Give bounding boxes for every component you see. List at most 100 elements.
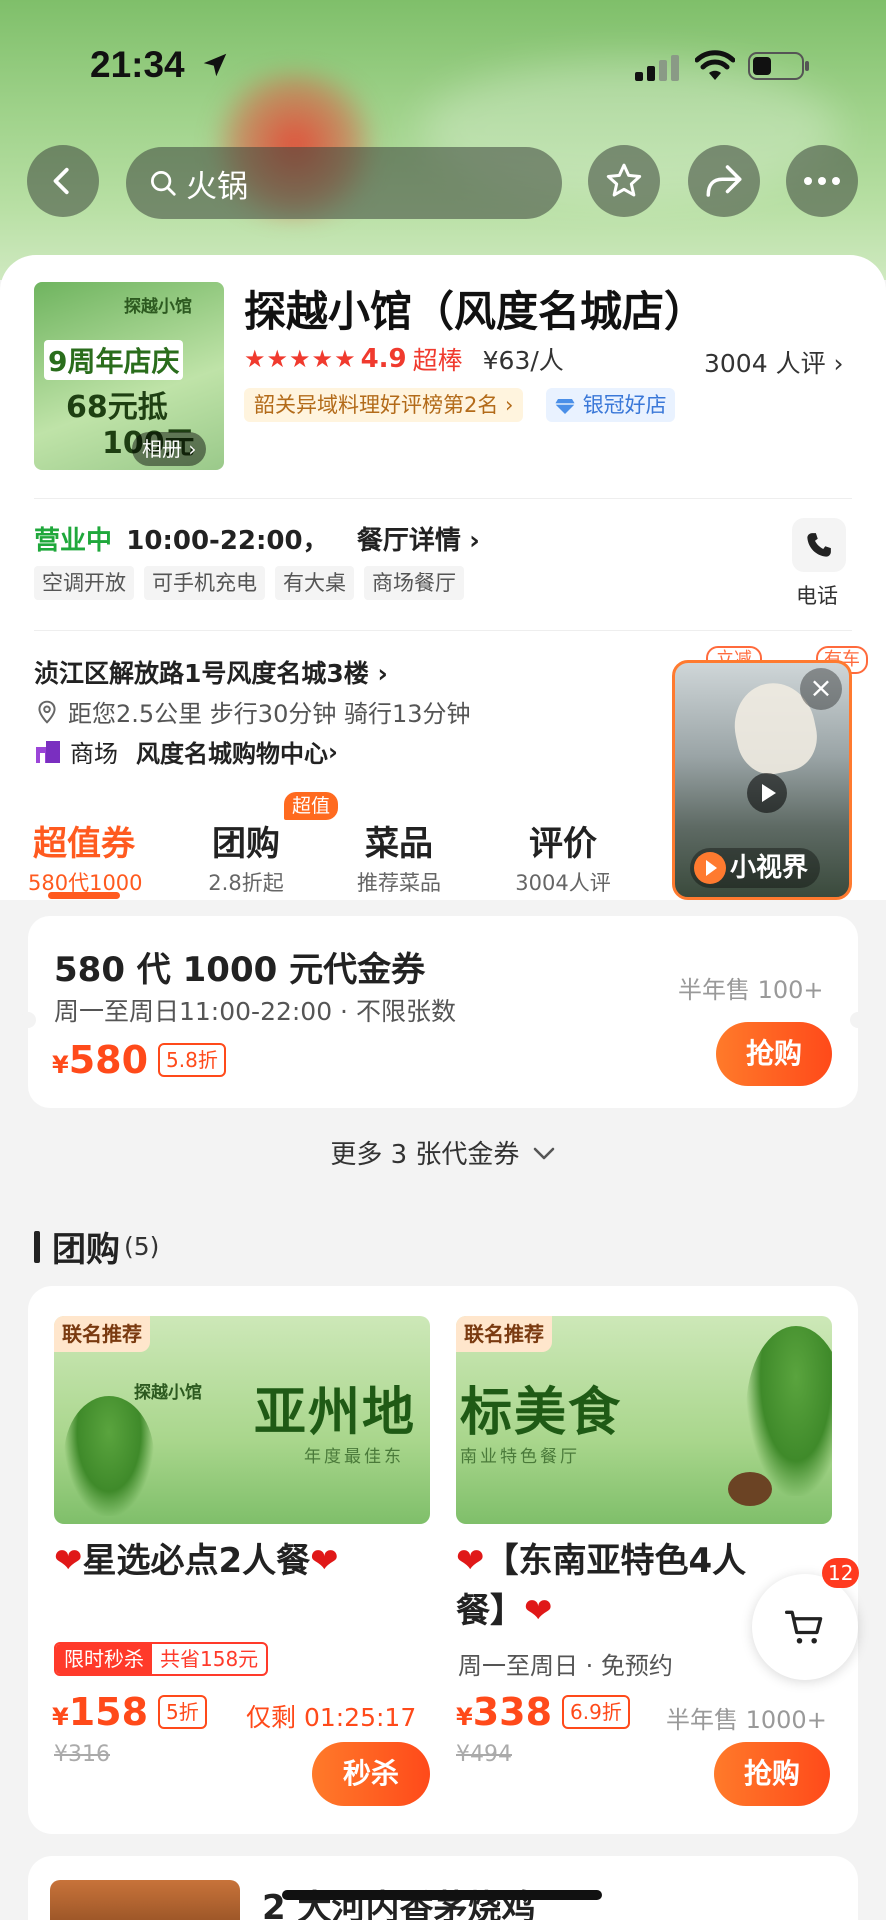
search-input[interactable]: 火锅 — [126, 147, 562, 219]
recommend-tag: 联名推荐 — [456, 1316, 552, 1352]
discount-tag: 6.9折 — [562, 1695, 630, 1729]
deal-image-subtext: 南业特色餐厅 — [460, 1447, 580, 1467]
restaurant-details-link[interactable]: 餐厅详情 — [357, 526, 461, 556]
video-label[interactable]: 小视界 — [690, 848, 821, 888]
currency-symbol: ¥ — [52, 1703, 69, 1731]
play-icon — [747, 773, 787, 813]
super-value-badge: 超值 — [284, 792, 339, 820]
open-status: 营业中 — [34, 526, 113, 556]
review-count-link[interactable]: 3004 人评 › — [704, 344, 844, 380]
home-indicator — [282, 1890, 602, 1900]
rating-row: ★★★★★ 4.9 超棒 ¥63/人 — [244, 342, 564, 376]
more-dots-icon — [804, 177, 840, 185]
currency-symbol: ¥ — [456, 1703, 473, 1731]
store-photo-brand: 探越小馆 — [124, 297, 192, 317]
flash-sale-tag: 限时秒杀 共省158元 — [54, 1642, 269, 1676]
deal-price: ¥338 6.9折 — [456, 1690, 630, 1734]
discount-tag: 5折 — [158, 1695, 207, 1729]
mall-link[interactable]: 商场 风度名城购物中心 › — [34, 734, 338, 769]
section-count: (5) — [124, 1232, 160, 1261]
silver-badge-text: 银冠好店 — [582, 393, 667, 417]
voucher-card[interactable]: 580 代 1000 元代金券 周一至周日11:00-22:00 · 不限张数 … — [20, 916, 866, 1108]
chevron-down-icon — [533, 1147, 554, 1160]
original-price: ¥316 — [54, 1742, 110, 1767]
more-vouchers-text: 更多 3 张代金券 — [330, 1140, 520, 1170]
rating-stars-icon: ★★★★★ — [244, 345, 357, 373]
deal-availability: 周一至周日 · 免预约 — [458, 1652, 673, 1680]
flash-sale-label: 限时秒杀 — [56, 1644, 152, 1674]
discount-tag: 5.8折 — [158, 1043, 226, 1077]
chevron-right-icon: › — [469, 526, 480, 556]
deal-title-text: 【东南亚特色4人餐】 — [456, 1541, 747, 1631]
sold-count: 半年售 1000+ — [666, 1706, 827, 1734]
phone-button[interactable] — [792, 518, 846, 572]
review-count-text: 3004 人评 — [704, 349, 826, 378]
silver-crown-badge[interactable]: 银冠好店 — [546, 388, 675, 422]
tab-group-buy[interactable]: 团购 2.8折起 — [196, 816, 296, 897]
facility-tag: 空调开放 — [34, 566, 134, 600]
price-value: 580 — [68, 1038, 149, 1082]
coconut-shape — [728, 1472, 772, 1506]
tab-vouchers[interactable]: 超值券 580代1000 — [28, 816, 143, 897]
mall-name: 风度名城购物中心 — [136, 740, 328, 768]
ranking-badge[interactable]: 韶关异域料理好评榜第2名 › — [244, 388, 524, 422]
deal-title[interactable]: ❤星选必点2人餐❤ — [54, 1536, 414, 1586]
deal-title[interactable]: ❤【东南亚特色4人餐】❤ — [456, 1536, 796, 1636]
mall-building-icon — [36, 740, 60, 763]
cellular-signal-icon — [635, 55, 679, 81]
more-button[interactable] — [786, 145, 858, 217]
status-time: 21:34 — [90, 44, 185, 85]
tab-sublabel: 3004人评 — [515, 871, 611, 895]
battery-icon — [748, 52, 809, 80]
store-photo[interactable]: 探越小馆 9周年店庆 68元抵 100元 相册 › — [34, 282, 224, 470]
share-icon — [706, 165, 742, 197]
album-button[interactable]: 相册 › — [132, 432, 207, 466]
star-outline-icon — [606, 163, 642, 197]
close-video-button[interactable]: × — [800, 668, 842, 710]
favorite-button[interactable] — [588, 145, 660, 217]
facility-tag: 有大桌 — [275, 566, 354, 600]
tab-reviews[interactable]: 评价 3004人评 — [508, 816, 618, 897]
tab-label: 菜品 — [365, 824, 433, 864]
buy-button[interactable]: 抢购 — [714, 1742, 830, 1806]
savings-label: 共省158元 — [160, 1647, 259, 1671]
next-deal-title: 2 大河内香茅烧鸡 — [262, 1888, 536, 1920]
recommend-tag: 联名推荐 — [54, 1316, 150, 1352]
back-button[interactable] — [27, 145, 99, 217]
rating-word: 超棒 — [412, 346, 463, 375]
share-button[interactable] — [688, 145, 760, 217]
original-price: ¥494 — [456, 1742, 512, 1767]
cart-button[interactable] — [752, 1574, 858, 1680]
shopping-cart-icon — [785, 1610, 823, 1644]
ticket-notch — [850, 1012, 866, 1028]
more-vouchers-toggle[interactable]: 更多 3 张代金券 — [0, 1134, 886, 1171]
flash-buy-button[interactable]: 秒杀 — [312, 1742, 430, 1806]
facility-tag: 可手机充电 — [144, 566, 265, 600]
facility-tags: 空调开放 可手机充电 有大桌 商场餐厅 — [34, 566, 464, 600]
tab-sublabel: 2.8折起 — [208, 871, 284, 895]
album-label: 相册 — [142, 437, 182, 461]
mall-type: 商场 — [70, 740, 118, 768]
distance-text: 距您2.5公里 步行30分钟 骑行13分钟 — [68, 700, 471, 728]
location-arrow-icon — [203, 53, 227, 77]
palm-tree-shape — [64, 1396, 154, 1516]
diamond-icon — [555, 399, 575, 414]
wifi-icon — [695, 50, 735, 80]
buy-button[interactable]: 抢购 — [716, 1022, 832, 1086]
heart-icon: ❤ — [310, 1541, 339, 1581]
voucher-price: ¥580 5.8折 — [52, 1038, 226, 1082]
status-bar: 21:34 — [0, 0, 886, 130]
business-hours-row[interactable]: 营业中 10:00-22:00， 餐厅详情 › — [34, 520, 480, 557]
voucher-title: 580 代 1000 元代金券 — [54, 950, 426, 990]
heading-bar — [34, 1230, 40, 1263]
heart-icon: ❤ — [524, 1591, 553, 1631]
store-photo-promo: 9周年店庆 — [44, 340, 184, 380]
cart-count-badge: 12 — [822, 1558, 860, 1588]
video-play-icon — [694, 852, 726, 884]
ranking-text: 韶关异域料理好评榜第2名 — [254, 393, 499, 417]
address-link[interactable]: 浈江区解放路1号风度名城3楼 › — [34, 654, 388, 690]
tab-dishes[interactable]: 菜品 推荐菜品 — [348, 816, 450, 897]
deal-image-text: 标美食 — [460, 1383, 623, 1443]
price-value: 158 — [68, 1690, 149, 1734]
deal-price: ¥158 5折 — [52, 1690, 207, 1734]
